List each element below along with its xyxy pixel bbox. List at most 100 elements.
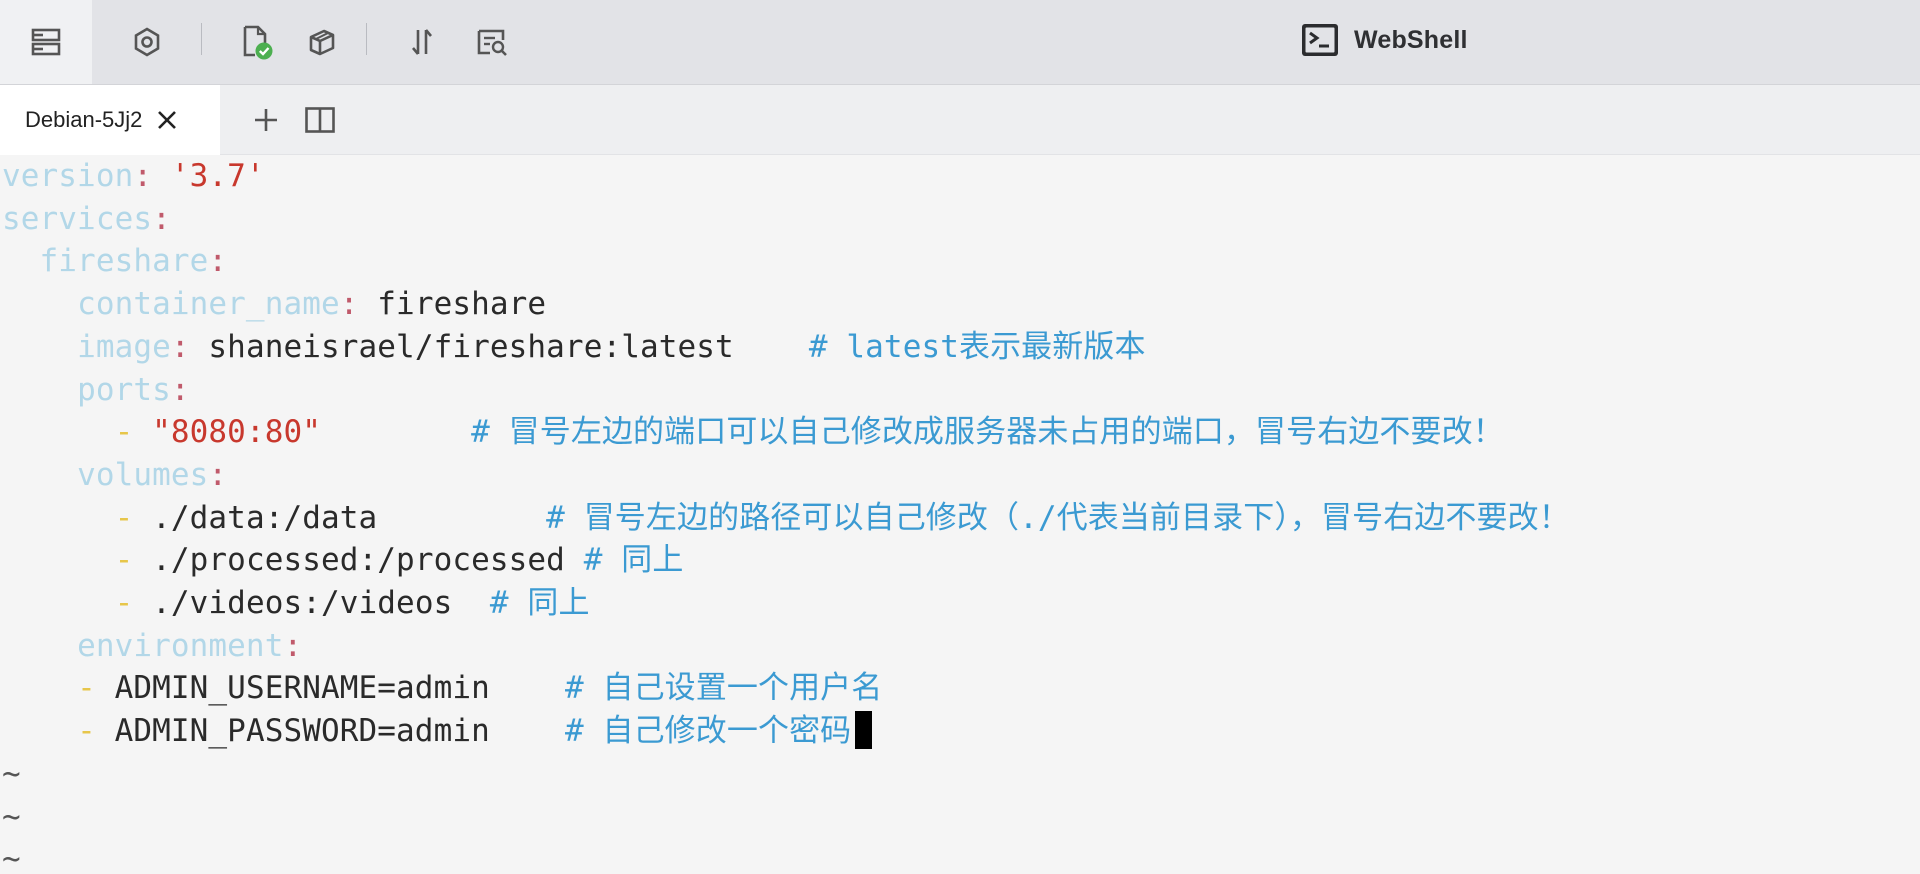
yaml-key: image <box>77 328 171 365</box>
file-check-icon <box>243 25 273 60</box>
gear-icon <box>134 27 160 57</box>
yaml-value: fireshare <box>377 286 547 323</box>
tab-close-button[interactable] <box>156 109 178 131</box>
spacing <box>734 329 809 365</box>
top-toolbar: WebShell <box>0 0 1920 85</box>
terminal-line: version: '3.7' <box>2 155 265 197</box>
terminal-line: volumes: <box>2 454 227 496</box>
yaml-key: volumes <box>77 456 209 493</box>
terminal-output[interactable]: version: '3.7' services: fireshare: conta… <box>0 155 1920 874</box>
package-button[interactable] <box>300 0 344 84</box>
terminal-line: environment: <box>2 625 302 667</box>
yaml-string: '3.7' <box>170 158 265 194</box>
yaml-comment: # 冒号左边的端口可以自己修改成服务器未占用的端口，冒号右边不要改！ <box>471 414 1504 451</box>
terminal-line: image: shaneisrael/fireshare:latest # la… <box>2 326 1146 368</box>
split-view-button[interactable] <box>302 102 338 138</box>
empty-line-marker: ~ <box>2 841 21 874</box>
spacing <box>377 500 546 536</box>
file-check-button[interactable] <box>235 0 279 84</box>
terminal-line: - ./processed:/processed # 同上 <box>2 539 684 581</box>
yaml-colon: : <box>339 286 359 323</box>
server-list-button[interactable] <box>0 0 92 84</box>
yaml-value: shaneisrael/fireshare:latest <box>208 328 734 365</box>
spacing <box>490 670 565 706</box>
plus-icon <box>255 109 277 131</box>
spacing <box>452 585 490 621</box>
yaml-colon: : <box>283 627 303 664</box>
yaml-comment: # 同上 <box>583 542 684 579</box>
list-dash: - <box>114 414 134 451</box>
spacing <box>321 414 471 450</box>
log-search-icon <box>477 29 507 56</box>
transfer-button[interactable] <box>400 0 444 84</box>
yaml-colon: : <box>170 328 190 365</box>
yaml-comment: # 自己修改一个密码 <box>564 713 852 750</box>
yaml-colon: : <box>208 243 228 280</box>
terminal-line: ports: <box>2 369 190 411</box>
app-title: WebShell <box>1300 20 1468 60</box>
yaml-value: ADMIN_PASSWORD=admin <box>114 713 490 750</box>
list-dash: - <box>114 585 134 621</box>
webshell-app: WebShell Debian-5Jj2 version: '3.7' serv… <box>0 0 1920 874</box>
terminal-line: ~ <box>2 796 21 838</box>
yaml-colon: : <box>152 200 171 237</box>
server-list-icon <box>31 28 61 56</box>
terminal-line: - "8080:80" # 冒号左边的端口可以自己修改成服务器未占用的端口，冒号… <box>2 411 1504 453</box>
spacing <box>490 713 565 749</box>
settings-button[interactable] <box>125 0 169 84</box>
toolbar-separator <box>201 23 202 55</box>
tab-debian-5jj2[interactable]: Debian-5Jj2 <box>0 85 220 155</box>
yaml-key: container_name <box>77 286 340 323</box>
yaml-comment: # 自己设置一个用户名 <box>564 670 883 707</box>
yaml-value: ADMIN_USERNAME=admin <box>114 670 490 707</box>
list-dash: - <box>114 499 134 536</box>
terminal-icon <box>1302 24 1338 56</box>
app-title-label: WebShell <box>1354 25 1468 54</box>
yaml-comment: # 冒号左边的路径可以自己修改（./代表当前目录下），冒号右边不要改！ <box>546 499 1570 536</box>
yaml-key: services <box>2 200 153 237</box>
terminal-line: container_name: fireshare <box>2 283 546 325</box>
transfer-icon <box>412 29 432 55</box>
yaml-value: ./videos:/videos <box>152 585 453 621</box>
empty-line-marker: ~ <box>2 755 21 792</box>
spacing <box>565 542 584 578</box>
list-dash: - <box>114 542 134 579</box>
yaml-key: version <box>2 158 134 194</box>
yaml-colon: : <box>208 456 228 493</box>
terminal-line: services: <box>2 198 171 240</box>
tab-label: Debian-5Jj2 <box>25 107 143 132</box>
terminal-line: ~ <box>2 753 21 795</box>
package-icon <box>309 29 335 56</box>
yaml-value: ./data:/data <box>152 499 378 536</box>
close-icon <box>158 111 177 129</box>
terminal-line: - ./data:/data # 冒号左边的路径可以自己修改（./代表当前目录下… <box>2 497 1570 539</box>
yaml-comment: # latest表示最新版本 <box>808 328 1146 365</box>
list-dash: - <box>77 670 96 707</box>
yaml-string: "8080:80" <box>152 414 321 451</box>
new-tab-button[interactable] <box>248 102 284 138</box>
empty-line-marker: ~ <box>2 798 21 835</box>
yaml-colon: : <box>170 371 190 408</box>
terminal-line: ~ <box>2 838 21 874</box>
yaml-key: fireshare <box>39 243 209 280</box>
log-search-button[interactable] <box>470 0 514 84</box>
text-cursor <box>855 711 873 750</box>
terminal-line: - ./videos:/videos # 同上 <box>2 582 590 624</box>
yaml-key: ports <box>77 371 171 408</box>
split-view-icon <box>305 107 335 133</box>
yaml-value: ./processed:/processed <box>152 542 565 579</box>
terminal-line: fireshare: <box>2 240 228 282</box>
yaml-comment: # 同上 <box>489 585 590 621</box>
yaml-key: environment <box>77 627 284 664</box>
toolbar-separator <box>366 23 367 55</box>
terminal-line: - ADMIN_PASSWORD=admin # 自己修改一个密码 <box>2 710 873 752</box>
